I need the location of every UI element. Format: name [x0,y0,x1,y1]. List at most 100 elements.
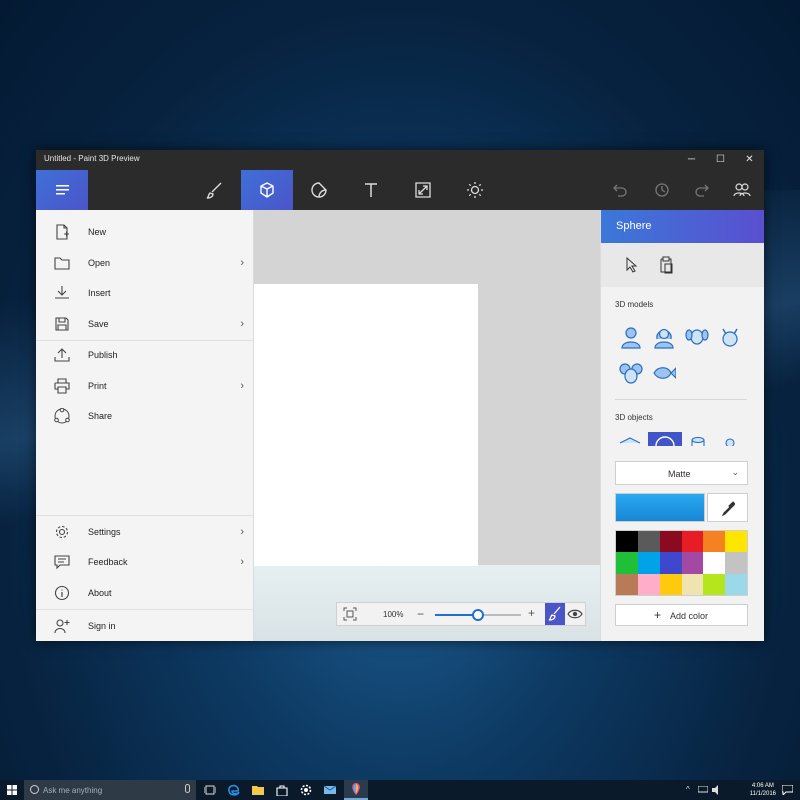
menu-item-save[interactable]: Save › [36,309,254,339]
undo-button[interactable] [596,170,644,210]
menu-item-print[interactable]: Print › [36,371,254,401]
task-view-button[interactable] [198,780,222,800]
workspace[interactable]: 100% − + [254,210,600,641]
volume-icon[interactable] [712,785,722,795]
minimize-button[interactable]: ─ [677,150,706,170]
hamburger-icon [56,185,69,195]
menu-item-label: Insert [88,288,111,298]
menu-item-feedback[interactable]: Feedback › [36,547,254,577]
settings-button[interactable] [294,780,318,800]
color-swatch[interactable] [616,552,638,574]
brushes-tool[interactable] [189,170,241,210]
color-swatch[interactable] [681,552,704,574]
menu-item-open[interactable]: Open › [36,248,254,278]
color-swatch[interactable] [681,531,704,553]
cube-object-icon[interactable] [619,436,641,446]
color-swatch[interactable] [637,531,660,553]
menu-item-sign-in[interactable]: Sign in [36,611,254,641]
dog-model[interactable] [684,324,710,350]
close-button[interactable]: ✕ [735,150,764,170]
notifications-icon[interactable] [782,785,793,795]
gear-icon [55,525,69,539]
color-swatch[interactable] [681,573,704,595]
fish-model[interactable] [651,360,677,386]
mail-button[interactable] [318,780,342,800]
community-button[interactable] [718,170,764,210]
objects-row [615,432,749,446]
microphone-icon[interactable] [185,784,190,793]
fit-to-window-icon[interactable] [343,607,357,621]
zoom-slider[interactable] [435,609,521,621]
text-tool[interactable] [345,170,397,210]
canvas[interactable] [254,284,478,566]
brush-mode-button[interactable] [545,603,565,625]
add-color-button[interactable]: + Add color [615,604,748,626]
zoom-in-button[interactable]: + [528,606,535,620]
sphere-object-selected[interactable] [648,432,682,446]
zoom-slider-thumb[interactable] [472,609,484,621]
color-swatch[interactable] [659,573,682,595]
stickers-tool[interactable] [293,170,345,210]
menu-item-about[interactable]: About [36,578,254,608]
start-button[interactable] [0,780,24,800]
zoom-out-button[interactable]: − [417,607,424,621]
color-swatch[interactable] [703,531,726,553]
color-swatch[interactable] [725,573,747,595]
menu-item-share[interactable]: Share [36,401,254,431]
store-button[interactable] [270,780,294,800]
eyedropper-icon [721,500,735,516]
cat-model[interactable] [717,324,743,350]
color-swatch[interactable] [616,573,638,595]
man-model-icon [621,327,641,349]
share-icon [54,408,70,424]
models-title: 3D models [615,300,654,309]
color-swatch[interactable] [659,531,682,553]
paste-icon[interactable] [658,256,674,274]
menu-item-publish[interactable]: Publish [36,340,254,370]
maximize-button[interactable]: ☐ [706,150,735,170]
woman-model-icon [654,328,674,349]
color-swatch[interactable] [725,531,747,553]
finish-value: Matte [668,469,691,479]
color-swatch[interactable] [703,573,726,595]
color-swatch[interactable] [725,552,747,574]
text-icon [365,183,377,197]
3d-objects-tool[interactable] [241,170,293,210]
edge-button[interactable] [222,780,246,800]
paint3d-icon [352,783,360,795]
cone-object-icon[interactable] [723,437,737,446]
color-swatch[interactable] [659,552,682,574]
info-icon [54,585,70,601]
man-model[interactable] [618,324,644,350]
file-explorer-button[interactable] [246,780,270,800]
canvas-tool[interactable] [397,170,449,210]
taskbar: Ask me anything ^ 4:06 AM 11/1/2016 [0,780,800,800]
zoom-bar: 100% − + [336,602,586,626]
clock[interactable]: 4:06 AM 11/1/2016 [750,782,776,798]
color-swatch[interactable] [616,531,638,553]
menu-item-settings[interactable]: Settings › [36,517,254,547]
paint3d-taskbar-button[interactable] [344,780,368,800]
current-color[interactable] [615,493,705,522]
mouse-model[interactable] [618,360,644,386]
eyedropper-button[interactable] [707,493,748,522]
woman-model[interactable] [651,324,677,350]
tray-overflow-icon[interactable]: ^ [686,785,690,794]
view-3d-icon[interactable] [567,607,583,621]
color-swatch[interactable] [637,573,660,595]
network-icon[interactable] [698,786,708,794]
color-swatch[interactable] [637,552,660,574]
title-bar[interactable]: Untitled - Paint 3D Preview ─ ☐ ✕ [36,150,764,170]
finish-dropdown[interactable]: Matte ⌄ [615,461,748,485]
cylinder-object-icon[interactable] [690,437,706,446]
menu-button[interactable] [36,170,88,210]
menu-item-label: New [88,227,107,237]
effects-tool[interactable] [449,170,501,210]
menu-divider [36,515,254,516]
menu-item-insert[interactable]: Insert [36,278,254,308]
menu-item-new[interactable]: New [36,217,254,247]
cortana-search[interactable]: Ask me anything [24,780,196,800]
windows-logo-icon [7,785,17,795]
select-arrow-icon[interactable] [625,257,639,273]
color-swatch[interactable] [703,552,726,574]
